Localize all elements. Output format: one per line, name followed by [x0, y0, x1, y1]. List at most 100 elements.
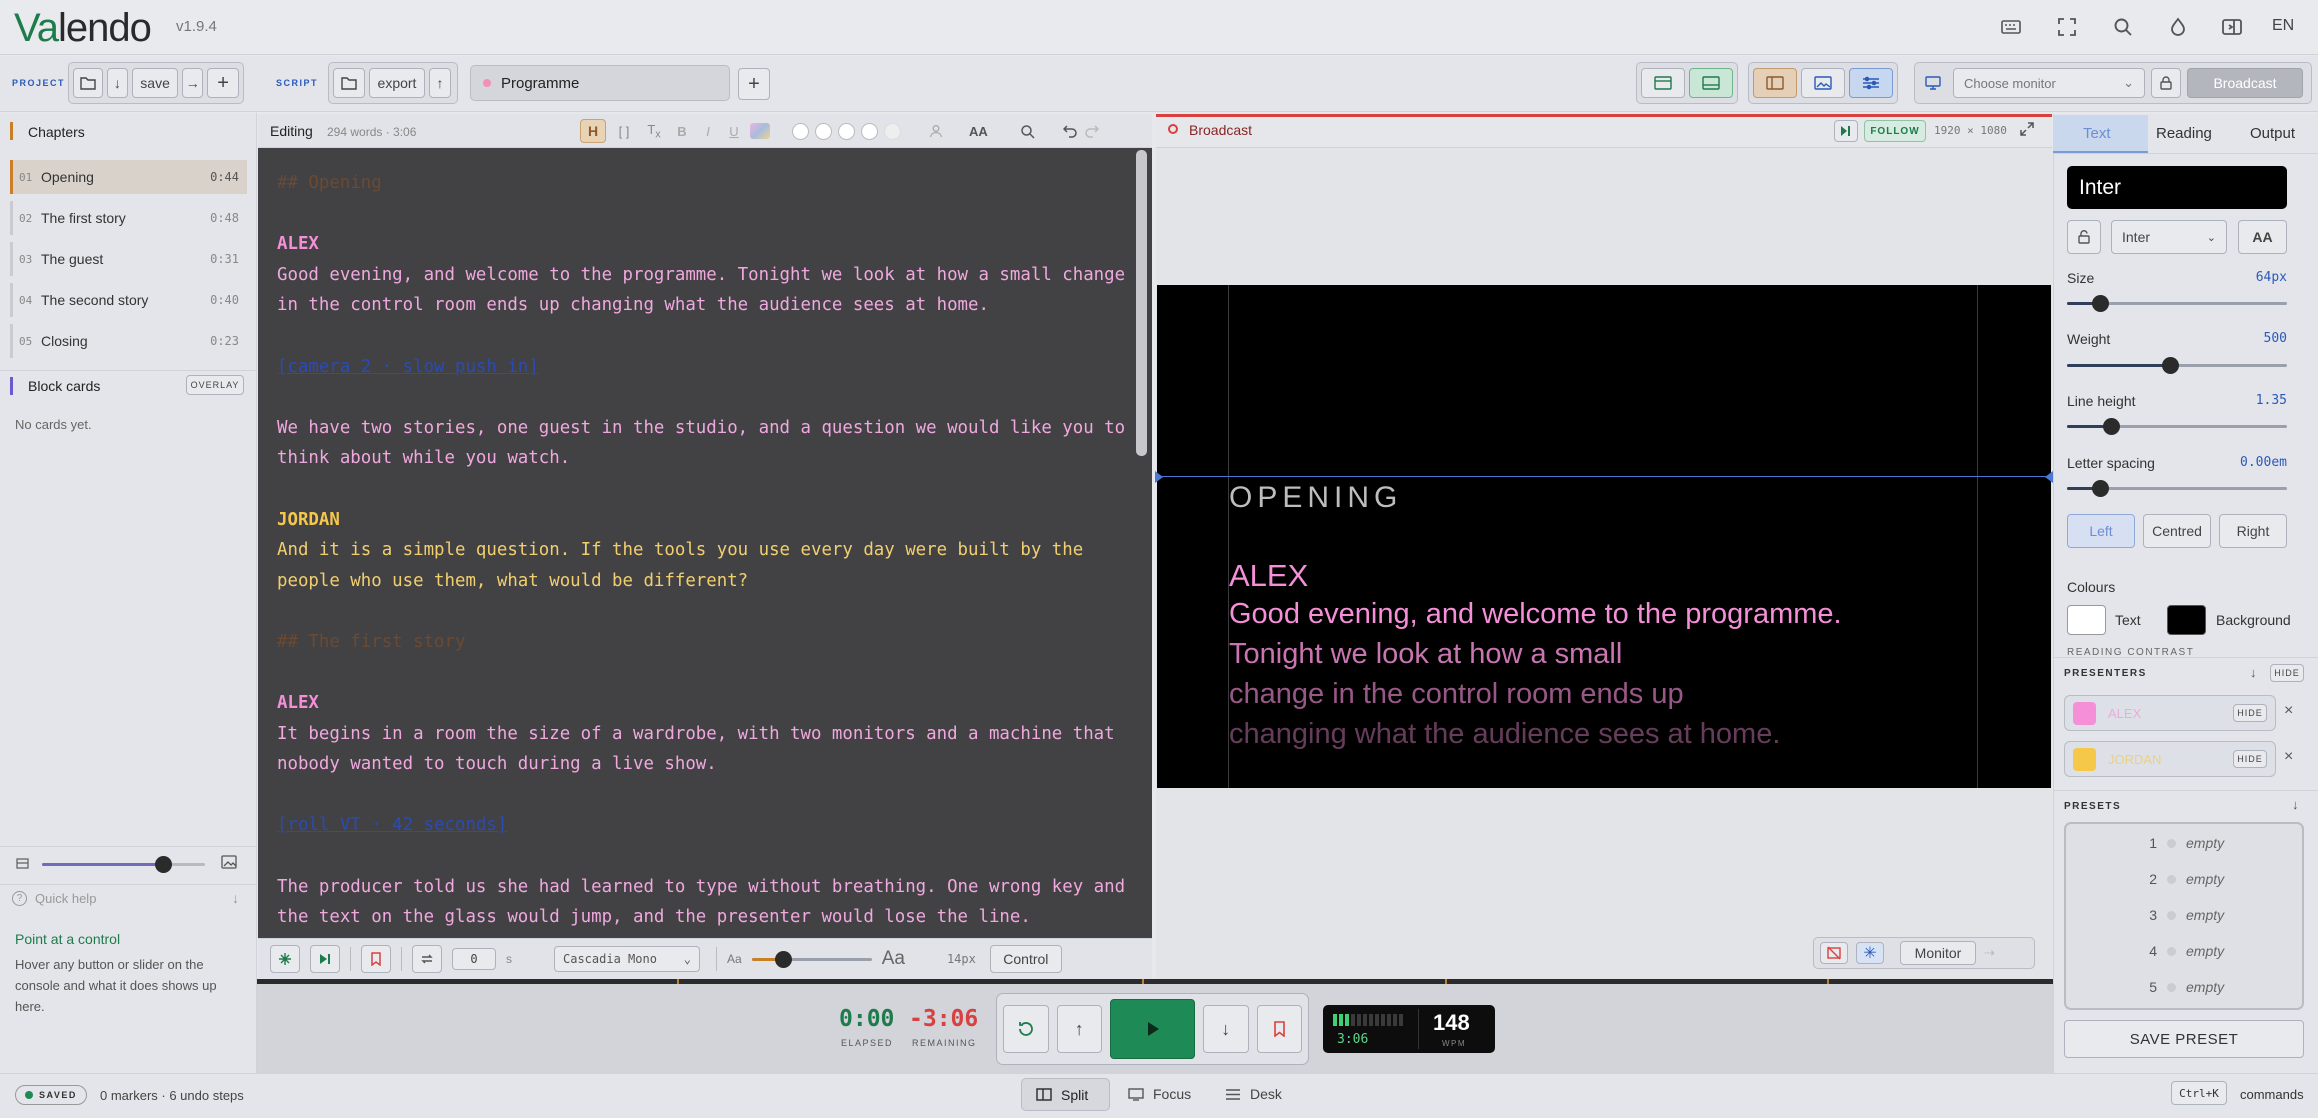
- bookmark-button[interactable]: [361, 945, 391, 973]
- window-icon[interactable]: [2221, 16, 2243, 38]
- line-height-slider-knob[interactable]: [2103, 418, 2120, 435]
- freeze-button[interactable]: ✳: [1856, 942, 1884, 964]
- new-script-tab-button[interactable]: +: [738, 68, 770, 100]
- clear-format-icon[interactable]: Tx: [642, 122, 666, 141]
- color-palette-icon[interactable]: [750, 123, 770, 139]
- background-colour-swatch[interactable]: [2167, 605, 2206, 635]
- font-size-slider[interactable]: [751, 950, 872, 968]
- tab-text[interactable]: Text: [2083, 125, 2111, 142]
- color-swatch-3[interactable]: [838, 122, 855, 140]
- font-select[interactable]: Cascadia Mono ⌄: [554, 946, 700, 972]
- remove-presenter-icon[interactable]: ×: [2284, 748, 2293, 766]
- arrow-down-icon[interactable]: ↓: [232, 890, 239, 906]
- play-button[interactable]: [1110, 999, 1196, 1059]
- chapter-item[interactable]: 03 The guest 0:31: [10, 242, 247, 276]
- align-right-button[interactable]: Right: [2219, 514, 2287, 548]
- keyboard-icon[interactable]: [2000, 16, 2022, 38]
- color-swatch-4[interactable]: [861, 122, 878, 140]
- font-size-slider-knob[interactable]: [774, 950, 792, 968]
- zoom-slider[interactable]: [42, 856, 205, 873]
- droplet-icon[interactable]: [2167, 16, 2189, 38]
- editor-scrollbar[interactable]: [1136, 150, 1147, 456]
- overlay-button[interactable]: OVERLAY: [186, 375, 244, 395]
- redo-icon[interactable]: [1084, 124, 1099, 138]
- next-button[interactable]: ↓: [1203, 1005, 1249, 1053]
- save-as-button[interactable]: →: [182, 68, 204, 98]
- preset-slot[interactable]: 1 empty: [2143, 835, 2224, 851]
- font-lock-button[interactable]: [2067, 220, 2101, 254]
- color-swatch-5[interactable]: [884, 122, 901, 140]
- preset-slot[interactable]: 3 empty: [2143, 907, 2224, 923]
- line-height-slider[interactable]: [2067, 418, 2287, 435]
- presenter-item[interactable]: JORDAN HIDE: [2064, 741, 2276, 777]
- layout-top-button[interactable]: [1641, 68, 1685, 98]
- skip-to-cursor-button[interactable]: [310, 945, 340, 973]
- size-slider[interactable]: [2067, 295, 2287, 312]
- open-script-button[interactable]: [333, 68, 365, 98]
- presenter-colour-swatch[interactable]: [2073, 701, 2096, 725]
- loop-button[interactable]: [412, 945, 442, 973]
- expand-icon[interactable]: [2019, 121, 2035, 137]
- follow-button[interactable]: FOLLOW: [1864, 120, 1926, 142]
- fullscreen-icon[interactable]: [2056, 16, 2078, 38]
- seconds-input[interactable]: 0: [452, 948, 496, 970]
- quick-help-toggle[interactable]: ? Quick help: [12, 891, 96, 906]
- arrow-down-icon[interactable]: ↓: [2292, 797, 2299, 812]
- color-swatch-2[interactable]: [815, 122, 832, 140]
- script-tab[interactable]: Programme: [470, 65, 730, 101]
- broadcast-button[interactable]: Broadcast: [2187, 68, 2303, 98]
- lock-button[interactable]: [2151, 68, 2181, 98]
- color-swatch-1[interactable]: [792, 122, 809, 140]
- chapter-item[interactable]: 05 Closing 0:23: [10, 324, 247, 358]
- presenter-hide-button[interactable]: HIDE: [2233, 750, 2267, 768]
- italic-icon[interactable]: I: [698, 124, 718, 139]
- preset-slot[interactable]: 5 empty: [2143, 979, 2224, 995]
- letter-spacing-slider-knob[interactable]: [2092, 480, 2109, 497]
- text-colour-swatch[interactable]: [2067, 605, 2106, 635]
- undo-icon[interactable]: [1062, 124, 1078, 138]
- heading-button[interactable]: H: [580, 119, 606, 143]
- presenter-hide-button[interactable]: HIDE: [2233, 704, 2267, 722]
- search-icon[interactable]: [2112, 16, 2134, 38]
- case-button[interactable]: AA: [2238, 220, 2287, 254]
- sparkle-button[interactable]: [270, 945, 300, 973]
- restart-button[interactable]: [1003, 1005, 1049, 1053]
- presenters-hide-button[interactable]: HIDE: [2270, 664, 2304, 682]
- letter-spacing-slider[interactable]: [2067, 480, 2287, 497]
- chapter-item[interactable]: 01 Opening 0:44: [10, 160, 247, 194]
- arrow-right-icon[interactable]: ⇢: [1984, 945, 1995, 961]
- search-icon[interactable]: [1020, 124, 1035, 139]
- export-button[interactable]: export: [369, 68, 425, 98]
- settings-panel-button[interactable]: [1849, 68, 1893, 98]
- sidebar-toggle-button[interactable]: [1753, 68, 1797, 98]
- chapter-item[interactable]: 04 The second story 0:40: [10, 283, 247, 317]
- command-shortcut[interactable]: Ctrl+K: [2171, 1081, 2227, 1105]
- preset-slot[interactable]: 4 empty: [2143, 943, 2224, 959]
- layout-bottom-button[interactable]: [1689, 68, 1733, 98]
- timeline[interactable]: [257, 979, 2053, 984]
- font-family-select[interactable]: Inter ⌄: [2111, 220, 2227, 254]
- monitor-button[interactable]: Monitor: [1900, 941, 1976, 965]
- font-case-button[interactable]: AA: [969, 124, 988, 139]
- save-button[interactable]: save: [131, 68, 179, 98]
- view-focus-button[interactable]: Focus: [1128, 1086, 1191, 1102]
- tab-reading[interactable]: Reading: [2156, 125, 2212, 142]
- image-toggle-button[interactable]: [1801, 68, 1845, 98]
- skip-button[interactable]: [1834, 120, 1858, 142]
- open-project-button[interactable]: [73, 68, 103, 98]
- previous-button[interactable]: ↑: [1056, 1005, 1102, 1053]
- editor-text[interactable]: ## Opening ALEX Good evening, and welcome …: [277, 168, 1137, 933]
- bracket-icon[interactable]: [ ]: [612, 124, 636, 139]
- size-slider-knob[interactable]: [2092, 295, 2109, 312]
- weight-slider[interactable]: [2067, 357, 2287, 374]
- view-desk-button[interactable]: Desk: [1225, 1086, 1282, 1102]
- presenter-item[interactable]: ALEX HIDE: [2064, 695, 2276, 731]
- control-button[interactable]: Control: [989, 945, 1062, 973]
- remove-presenter-icon[interactable]: ×: [2284, 702, 2293, 720]
- monitor-select[interactable]: Choose monitor ⌄: [1953, 68, 2145, 98]
- language-switch[interactable]: EN: [2272, 17, 2294, 35]
- person-icon[interactable]: [929, 124, 943, 138]
- save-preset-button[interactable]: SAVE PRESET: [2064, 1020, 2304, 1058]
- presenter-colour-swatch[interactable]: [2073, 747, 2096, 771]
- underline-icon[interactable]: U: [724, 124, 744, 139]
